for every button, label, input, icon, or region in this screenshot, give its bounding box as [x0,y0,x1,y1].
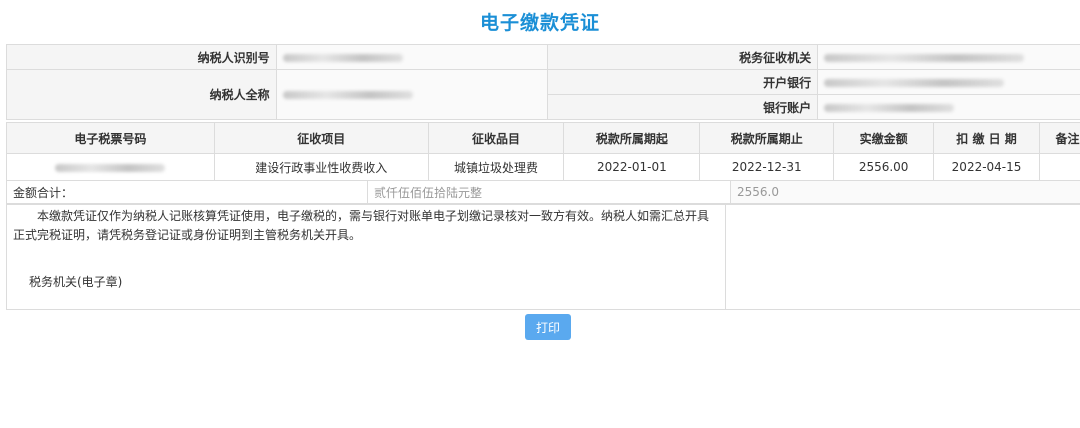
taxpayer-name-value [275,69,549,120]
table-header-row: 电子税票号码 征收项目 征收品目 税款所属期起 税款所属期止 实缴金额 扣 缴 … [6,122,1080,154]
total-chinese: 贰仟伍佰伍拾陆元整 [367,180,731,204]
taxpayer-info-table: 纳税人识别号 税务征收机关 纳税人全称 开户银行 银行账户 [6,44,1080,120]
taxpayer-name-label: 纳税人全称 [6,69,277,120]
tax-authority-value [817,44,1080,70]
summary-table: 金额合计： 贰仟伍佰伍拾陆元整 2556.0 [6,180,1080,204]
bank-value [817,69,1080,95]
tax-authority-label: 税务征收机关 [547,44,819,70]
project-cell: 建设行政事业性收费收入 [213,153,429,181]
item-cell: 城镇垃圾处理费 [427,153,565,181]
redacted-value [824,78,1005,87]
bank-label: 开户银行 [547,69,819,95]
redacted-value [282,53,403,62]
note-blank-cell [725,204,1080,310]
taxpayer-id-label: 纳税人识别号 [6,44,277,70]
account-label: 银行账户 [547,94,819,120]
note-table: 本缴款凭证仅作为纳税人记账核算凭证使用，电子缴税的，需与银行对账单电子划缴记录核… [6,204,1080,310]
table-row: 建设行政事业性收费收入 城镇垃圾处理费 2022-01-01 2022-12-3… [6,153,1080,181]
column-header: 征收品目 [427,122,565,154]
remark-cell [1039,153,1080,181]
ticket-number-cell [6,153,215,181]
payment-table: 电子税票号码 征收项目 征收品目 税款所属期起 税款所属期止 实缴金额 扣 缴 … [6,122,1080,181]
account-value [817,94,1080,120]
column-header: 扣 缴 日 期 [933,122,1040,154]
column-header: 电子税票号码 [6,122,215,154]
period-start-cell: 2022-01-01 [563,153,701,181]
column-header: 征收项目 [213,122,429,154]
column-header: 备注 [1039,122,1080,154]
redacted-value [824,53,1025,62]
column-header: 税款所属期止 [699,122,835,154]
note-text: 本缴款凭证仅作为纳税人记账核算凭证使用，电子缴税的，需与银行对账单电子划缴记录核… [13,209,710,242]
print-button[interactable]: 打印 [525,314,571,340]
total-label: 金额合计： [6,180,368,204]
note-cell: 本缴款凭证仅作为纳税人记账核算凭证使用，电子缴税的，需与银行对账单电子划缴记录核… [6,204,726,310]
column-header: 实缴金额 [833,122,935,154]
total-number: 2556.0 [730,180,1080,204]
taxpayer-id-value [275,44,549,70]
page-title: 电子缴款凭证 [479,12,600,34]
redacted-value [282,91,413,99]
column-header: 税款所属期起 [563,122,701,154]
period-end-cell: 2022-12-31 [699,153,835,181]
redacted-value [824,103,955,112]
redacted-value [55,163,166,172]
deduct-date-cell: 2022-04-15 [933,153,1040,181]
amount-cell: 2556.00 [833,153,935,181]
stamp-label: 税务机关(电子章) [29,275,123,289]
